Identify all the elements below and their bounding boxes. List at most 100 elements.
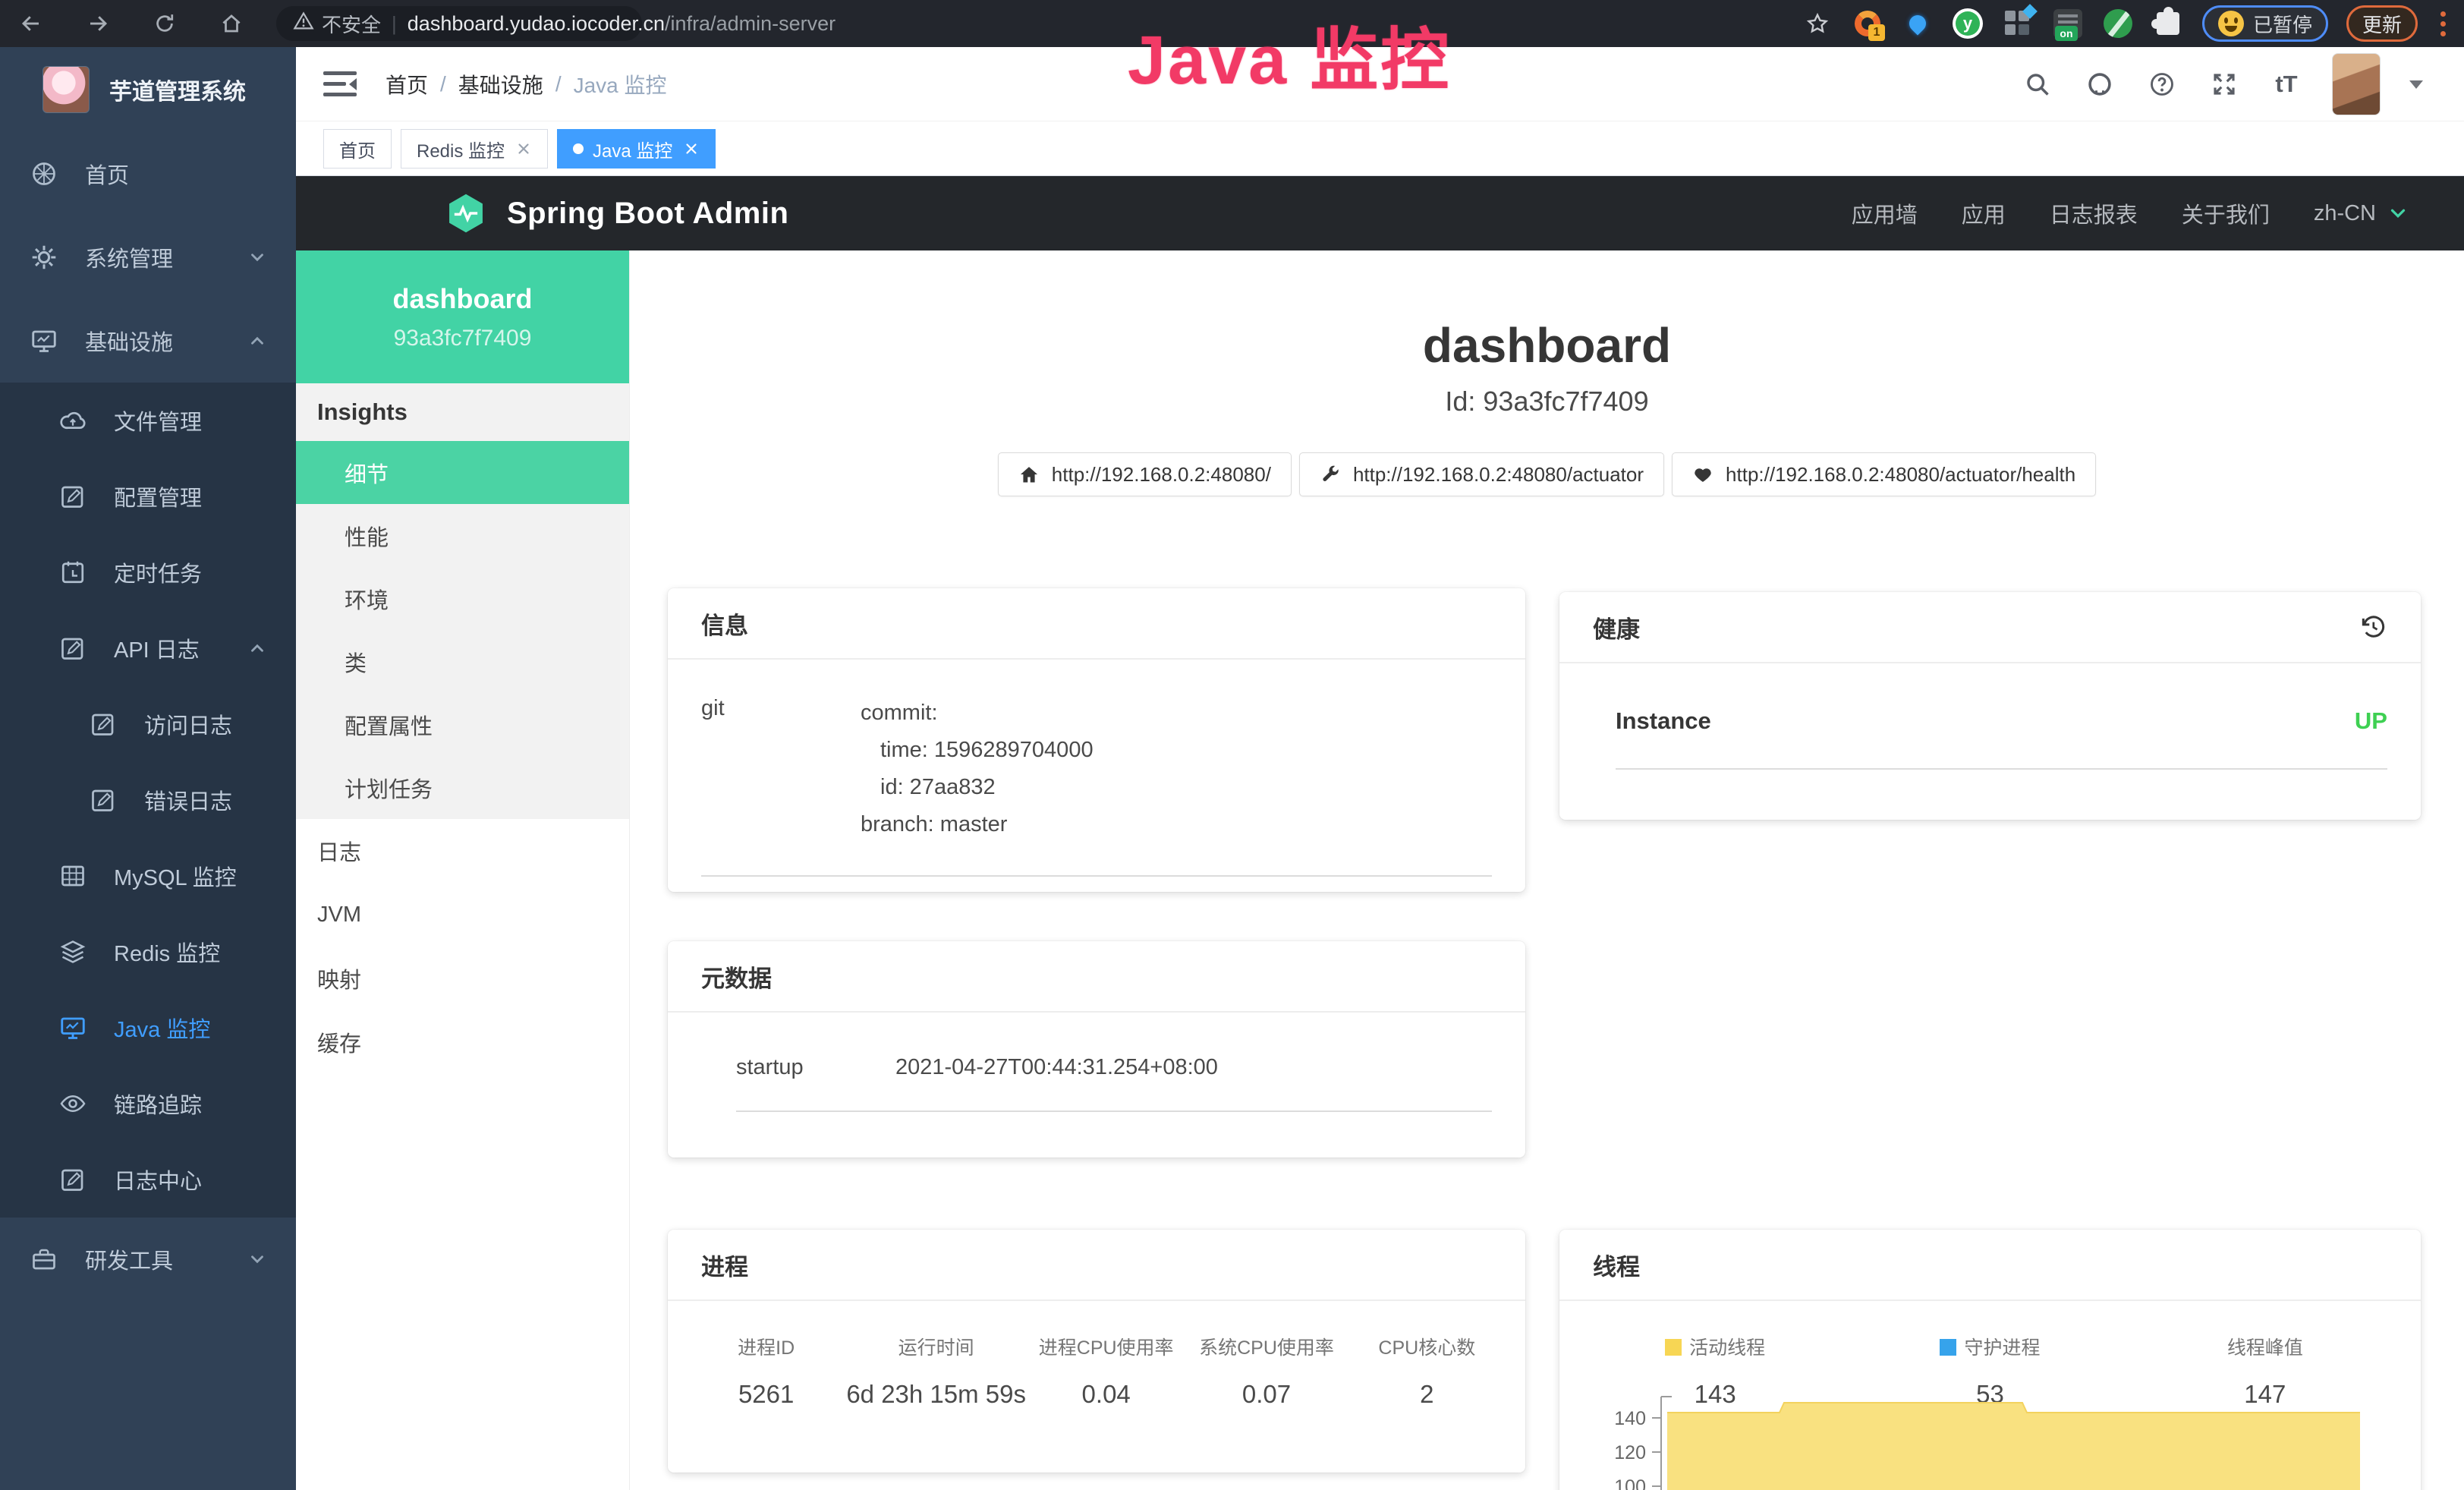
sba-navbar: Spring Boot Admin 应用墙 应用 日志报表 关于我们 zh-CN bbox=[296, 176, 2464, 250]
sba-menu-details[interactable]: 细节 bbox=[296, 441, 629, 504]
eye-icon bbox=[59, 1090, 87, 1117]
sidebar-item-infrastructure[interactable]: 基础设施 bbox=[0, 299, 296, 383]
history-icon[interactable] bbox=[2359, 613, 2387, 641]
chrome-update-button[interactable]: 更新 bbox=[2346, 5, 2418, 42]
sba-menu-mappings[interactable]: 映射 bbox=[296, 947, 629, 1010]
close-icon[interactable] bbox=[683, 140, 700, 157]
browser-reload-icon[interactable] bbox=[149, 8, 181, 39]
tab-redis-monitor[interactable]: Redis 监控 bbox=[401, 129, 548, 169]
timer-icon bbox=[59, 559, 87, 586]
startup-value: 2021-04-27T00:44:31.254+08:00 bbox=[895, 1055, 1218, 1080]
address-bar[interactable]: 不安全 | dashboard.yudao.iocoder.cn /infra/… bbox=[276, 6, 642, 41]
fullscreen-icon[interactable] bbox=[2208, 68, 2241, 101]
sidebar-item-system-mgmt[interactable]: 系统管理 bbox=[0, 216, 296, 299]
browser-home-icon[interactable] bbox=[216, 8, 247, 39]
extension-on-icon[interactable]: on bbox=[2052, 8, 2084, 39]
breadcrumb-home[interactable]: 首页 bbox=[385, 69, 428, 99]
y-tick-100: 100 bbox=[1614, 1476, 1646, 1490]
avatar-caret-down-icon[interactable] bbox=[2409, 80, 2423, 96]
sidebar-item-home[interactable]: 首页 bbox=[0, 132, 296, 216]
browser-menu-icon[interactable] bbox=[2436, 11, 2450, 36]
locale-selector[interactable]: zh-CN bbox=[2314, 201, 2409, 226]
help-icon[interactable] bbox=[2145, 68, 2179, 101]
tab-java-monitor[interactable]: Java 监控 bbox=[557, 129, 716, 169]
actuator-url-button[interactable]: http://192.168.0.2:48080/actuator bbox=[1299, 452, 1664, 496]
instance-id: 93a3fc7f7409 bbox=[394, 326, 532, 351]
sba-menu-jvm[interactable]: JVM bbox=[296, 883, 629, 947]
health-instance-row[interactable]: Instance UP bbox=[1616, 707, 2387, 770]
spring-boot-admin-logo-icon bbox=[445, 192, 487, 235]
sba-nav-about[interactable]: 关于我们 bbox=[2182, 197, 2270, 229]
not-secure-label[interactable]: 不安全 bbox=[322, 10, 381, 38]
paused-profile-badge[interactable]: 已暂停 bbox=[2202, 5, 2328, 42]
sidebar-item-java-monitor[interactable]: Java 监控 bbox=[0, 990, 296, 1066]
sidebar-collapse-icon[interactable] bbox=[323, 71, 357, 97]
extension-orange-icon[interactable]: 1 bbox=[1852, 8, 1883, 39]
info-card-title: 信息 bbox=[668, 588, 1525, 660]
extension-y-icon[interactable]: y bbox=[1952, 8, 1984, 39]
sidebar-item-config-mgmt[interactable]: 配置管理 bbox=[0, 458, 296, 534]
metadata-card-title: 元数据 bbox=[668, 941, 1525, 1013]
sidebar-item-scheduled-tasks[interactable]: 定时任务 bbox=[0, 534, 296, 610]
sba-nav-wallboard[interactable]: 应用墙 bbox=[1852, 197, 1918, 229]
annotation-java-monitor: Java 监控 bbox=[1128, 5, 1451, 103]
instance-page-id: Id: 93a3fc7f7409 bbox=[630, 386, 2464, 417]
gear-icon bbox=[30, 244, 58, 271]
sidebar-item-redis-monitor[interactable]: Redis 监控 bbox=[0, 914, 296, 990]
instance-header[interactable]: dashboard 93a3fc7f7409 bbox=[296, 250, 629, 383]
browser-extensions-area: 1 y on 已暂停 更新 bbox=[1802, 5, 2464, 42]
text-size-icon[interactable]: tT bbox=[2270, 68, 2303, 101]
search-icon[interactable] bbox=[2021, 68, 2054, 101]
sidebar-item-dev-tools[interactable]: 研发工具 bbox=[0, 1218, 296, 1301]
extension-pin-icon[interactable] bbox=[1902, 8, 1934, 39]
sba-menu-caches[interactable]: 缓存 bbox=[296, 1010, 629, 1074]
daemon-threads-swatch bbox=[1940, 1339, 1956, 1356]
threads-area-chart: 140 120 100 bbox=[1597, 1391, 2387, 1490]
sidebar-item-tracing[interactable]: 链路追踪 bbox=[0, 1066, 296, 1142]
sba-menu-config-props[interactable]: 配置属性 bbox=[296, 693, 629, 756]
breadcrumb-infrastructure[interactable]: 基础设施 bbox=[458, 69, 543, 99]
chevron-down-icon bbox=[247, 247, 267, 267]
monitor-icon bbox=[59, 1014, 87, 1041]
instance-url-button[interactable]: http://192.168.0.2:48080/ bbox=[998, 452, 1292, 496]
bookmark-star-icon[interactable] bbox=[1802, 8, 1833, 39]
sba-menu-metrics[interactable]: 性能 bbox=[296, 504, 629, 567]
live-threads-area bbox=[1667, 1403, 2360, 1490]
sba-nav-applications[interactable]: 应用 bbox=[1962, 197, 2006, 229]
browser-back-icon[interactable] bbox=[15, 8, 47, 39]
app-logo[interactable]: 芋道管理系统 bbox=[0, 47, 296, 132]
sidebar-item-api-logs[interactable]: API 日志 bbox=[0, 610, 296, 686]
sidebar-item-log-center[interactable]: 日志中心 bbox=[0, 1142, 296, 1218]
sidebar-item-access-logs[interactable]: 访问日志 bbox=[0, 686, 296, 762]
threads-card: 线程 活动线程 143 守护进程 53 bbox=[1559, 1230, 2421, 1490]
paused-label: 已暂停 bbox=[2253, 10, 2312, 38]
browser-forward-icon[interactable] bbox=[82, 8, 114, 39]
chevron-down-icon bbox=[2387, 202, 2409, 225]
sba-menu-logs[interactable]: 日志 bbox=[296, 819, 629, 883]
tab-home[interactable]: 首页 bbox=[323, 129, 392, 169]
stat-cpu-cores: CPU核心数 2 bbox=[1347, 1333, 1507, 1409]
tags-view-bar: 首页 Redis 监控 Java 监控 bbox=[296, 121, 2464, 176]
toolbox-icon bbox=[30, 1246, 58, 1273]
cloud-upload-icon bbox=[59, 407, 87, 434]
sba-menu-scheduled-tasks[interactable]: 计划任务 bbox=[296, 756, 629, 819]
edit-icon bbox=[59, 635, 87, 662]
sba-menu-classes[interactable]: 类 bbox=[296, 630, 629, 693]
close-icon[interactable] bbox=[515, 140, 532, 157]
sba-brand-title[interactable]: Spring Boot Admin bbox=[507, 197, 788, 231]
extension-leaf-icon[interactable] bbox=[2102, 8, 2134, 39]
pin-shape bbox=[1905, 11, 1929, 35]
extension-grid-icon[interactable] bbox=[2002, 8, 2034, 39]
sidebar-item-mysql-monitor[interactable]: MySQL 监控 bbox=[0, 838, 296, 914]
health-url-button[interactable]: http://192.168.0.2:48080/actuator/health bbox=[1672, 452, 2096, 496]
sidebar-item-file-mgmt[interactable]: 文件管理 bbox=[0, 383, 296, 458]
instance-name: dashboard bbox=[392, 283, 532, 315]
chevron-up-icon bbox=[247, 638, 267, 658]
sba-nav-journal[interactable]: 日志报表 bbox=[2050, 197, 2138, 229]
edit-icon bbox=[59, 1166, 87, 1193]
extensions-puzzle-icon[interactable] bbox=[2152, 8, 2184, 39]
user-avatar[interactable] bbox=[2332, 53, 2381, 115]
sba-menu-environment[interactable]: 环境 bbox=[296, 567, 629, 630]
github-icon[interactable] bbox=[2083, 68, 2116, 101]
sidebar-item-error-logs[interactable]: 错误日志 bbox=[0, 762, 296, 838]
